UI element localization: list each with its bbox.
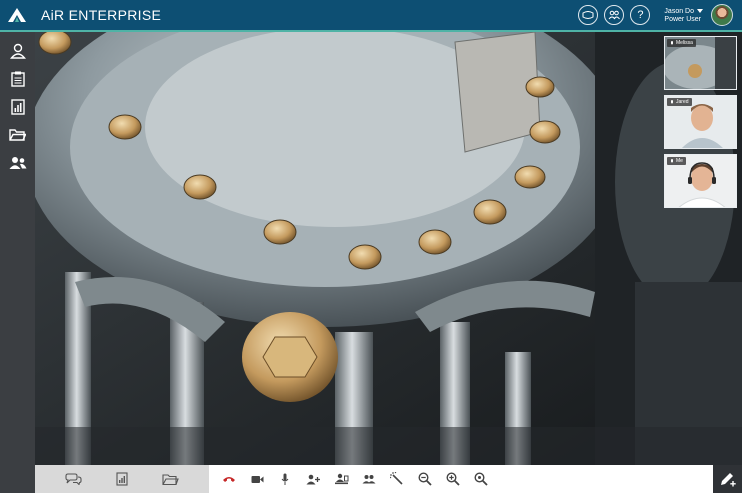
participant-name: Me bbox=[676, 158, 683, 164]
app-logo[interactable] bbox=[0, 0, 34, 30]
microphone-icon bbox=[671, 99, 673, 103]
group-call-button[interactable] bbox=[604, 5, 625, 25]
participant-name: Jared bbox=[676, 99, 689, 105]
pen-add-icon bbox=[720, 473, 736, 487]
user-role: Power User bbox=[664, 15, 701, 23]
microphone-icon bbox=[281, 473, 289, 485]
user-name-row: Jason Do bbox=[664, 8, 703, 15]
left-sidebar bbox=[0, 32, 35, 493]
help-icon: ? bbox=[637, 9, 644, 21]
presenter-icon bbox=[334, 473, 348, 485]
app-title: AiR ENTERPRISE bbox=[41, 7, 162, 23]
folder-icon bbox=[9, 129, 26, 141]
group-icon bbox=[609, 10, 621, 20]
secondary-toolbar bbox=[35, 465, 209, 493]
chevron-down-icon bbox=[697, 9, 703, 13]
zoom-out-icon bbox=[418, 472, 432, 486]
collaborate-button[interactable] bbox=[578, 5, 599, 25]
participant-label: Melissa bbox=[667, 39, 696, 47]
add-user-icon bbox=[306, 474, 320, 484]
participant-label: Me bbox=[667, 157, 686, 165]
user-menu[interactable]: Jason Do Power User bbox=[664, 8, 703, 23]
help-button[interactable]: ? bbox=[630, 5, 651, 25]
header-actions: ? Jason Do Power User bbox=[578, 0, 742, 30]
participant-thumbnail[interactable]: Melissa bbox=[664, 36, 737, 90]
sidebar-item-profile[interactable] bbox=[0, 37, 35, 65]
zoom-fit-icon bbox=[474, 472, 488, 486]
top-header: AiR ENTERPRISE ? Jason Do Power User bbox=[0, 0, 742, 30]
sidebar-item-reports[interactable] bbox=[0, 93, 35, 121]
pointer-button[interactable] bbox=[383, 465, 411, 493]
hangup-icon bbox=[223, 477, 235, 482]
share-screen-button[interactable] bbox=[327, 465, 355, 493]
user-name: Jason Do bbox=[664, 7, 694, 15]
call-toolbar bbox=[209, 465, 713, 493]
sidebar-item-tasks[interactable] bbox=[0, 65, 35, 93]
collaborate-icon bbox=[582, 10, 594, 19]
sidebar-item-files[interactable] bbox=[0, 121, 35, 149]
main-video-feed[interactable]: Melissa Jared Me bbox=[35, 32, 742, 465]
logo-icon bbox=[8, 8, 26, 22]
participant-name: Melissa bbox=[676, 40, 693, 46]
video-camera-icon bbox=[251, 475, 263, 483]
zoom-reset-button[interactable] bbox=[467, 465, 495, 493]
participant-label: Jared bbox=[667, 98, 692, 106]
open-folder-button[interactable] bbox=[157, 465, 185, 493]
annotate-button[interactable] bbox=[713, 465, 742, 493]
microphone-icon bbox=[671, 40, 673, 44]
zoom-out-button[interactable] bbox=[411, 465, 439, 493]
mute-button[interactable] bbox=[271, 465, 299, 493]
report-icon bbox=[116, 472, 128, 486]
avatar[interactable] bbox=[711, 4, 733, 26]
report-button[interactable] bbox=[108, 465, 136, 493]
chat-icon bbox=[65, 473, 82, 485]
add-participant-button[interactable] bbox=[299, 465, 327, 493]
report-icon bbox=[10, 99, 25, 115]
end-call-button[interactable] bbox=[215, 465, 243, 493]
user-icon bbox=[9, 43, 26, 59]
participant-thumbnail[interactable]: Jared bbox=[664, 95, 737, 149]
clipboard-icon bbox=[10, 71, 25, 87]
zoom-in-button[interactable] bbox=[439, 465, 467, 493]
chat-button[interactable] bbox=[59, 465, 87, 493]
microphone-icon bbox=[671, 158, 673, 162]
participant-thumbnail[interactable]: Me bbox=[664, 154, 737, 208]
participants-button[interactable] bbox=[355, 465, 383, 493]
engine-video-image bbox=[35, 32, 742, 465]
video-toggle-button[interactable] bbox=[243, 465, 271, 493]
contacts-icon bbox=[9, 157, 26, 169]
folder-icon bbox=[162, 473, 179, 485]
zoom-in-icon bbox=[446, 472, 460, 486]
magic-pointer-icon bbox=[390, 472, 403, 485]
sidebar-item-contacts[interactable] bbox=[0, 149, 35, 177]
group-icon bbox=[362, 475, 376, 484]
participant-list: Melissa Jared Me bbox=[664, 36, 737, 213]
